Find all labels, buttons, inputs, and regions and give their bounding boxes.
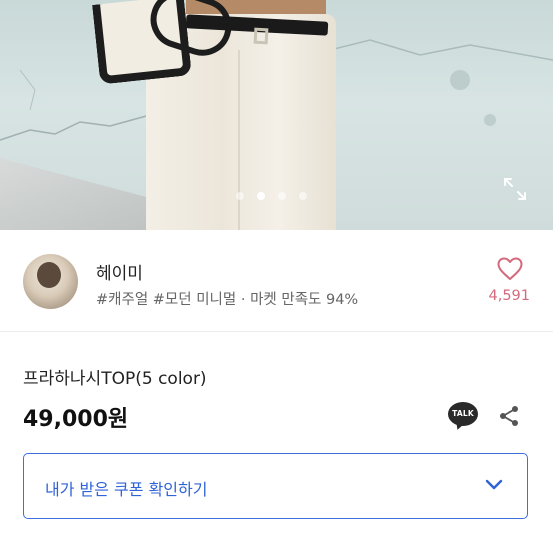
coupon-check-button[interactable]: 내가 받은 쿠폰 확인하기 xyxy=(23,453,528,519)
seller-section: 헤이미 #캐주얼 #모던 미니멀 · 마켓 만족도 94% 4,591 xyxy=(0,230,553,330)
carousel-dot-active[interactable] xyxy=(257,192,265,200)
seller-avatar[interactable] xyxy=(23,254,78,309)
like-count: 4,591 xyxy=(488,288,530,304)
kakao-talk-icon: TALK xyxy=(448,402,478,426)
carousel-dot[interactable] xyxy=(278,192,286,200)
carousel-dot[interactable] xyxy=(236,192,244,200)
expand-icon[interactable] xyxy=(502,176,528,202)
kakao-talk-button[interactable]: TALK xyxy=(448,402,478,432)
product-image[interactable] xyxy=(0,0,553,230)
image-floor xyxy=(0,158,150,230)
carousel-indicator xyxy=(236,192,307,200)
product-title: 프라하나시TOP(5 color) xyxy=(23,369,207,389)
product-price: 49,000원 xyxy=(23,407,129,432)
chevron-down-icon xyxy=(485,479,503,490)
seller-name[interactable]: 헤이미 xyxy=(96,259,143,284)
seller-tags: #캐주얼 #모던 미니멀 · 마켓 만족도 94% xyxy=(96,292,359,308)
image-pants-crease xyxy=(238,50,240,230)
coupon-label: 내가 받은 쿠폰 확인하기 xyxy=(45,480,208,499)
section-divider xyxy=(0,331,553,332)
share-icon[interactable] xyxy=(497,404,521,428)
carousel-dot[interactable] xyxy=(299,192,307,200)
heart-icon[interactable] xyxy=(497,257,523,281)
image-belt-buckle xyxy=(253,27,269,45)
